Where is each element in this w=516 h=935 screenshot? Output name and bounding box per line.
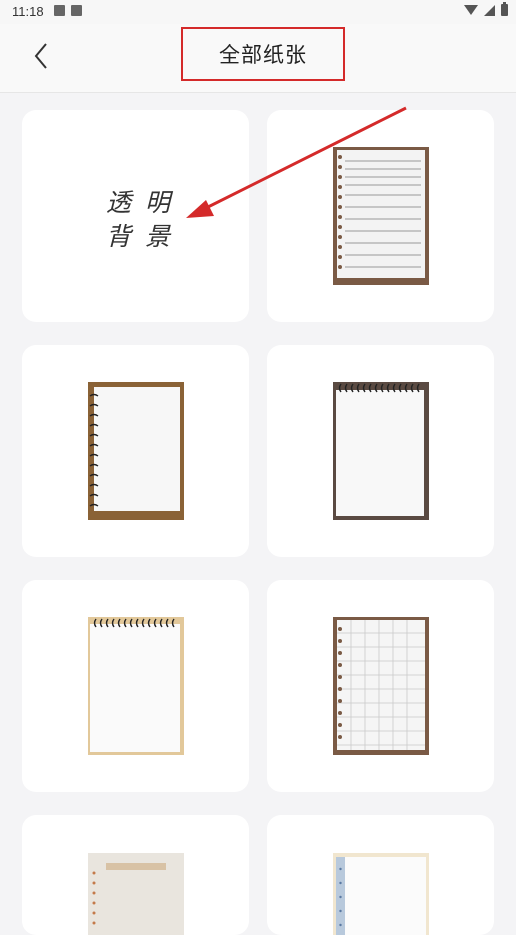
title-highlight-box: 全部纸张 xyxy=(181,27,345,81)
paper-card-spiral-dark[interactable] xyxy=(267,345,494,557)
system-indicators xyxy=(464,2,508,16)
app-header: 全部纸张 xyxy=(0,24,516,93)
wifi-icon xyxy=(464,5,478,15)
beige-memo-thumbnail xyxy=(88,853,184,935)
grid-notebook-thumbnail xyxy=(332,617,429,755)
paper-card-spiral-cream[interactable] xyxy=(22,580,249,792)
paper-card-lined-notebook[interactable] xyxy=(267,110,494,322)
signal-icon xyxy=(484,4,495,16)
spiral-cream-notebook-thumbnail xyxy=(87,617,184,755)
spiral-wood-notebook-thumbnail xyxy=(87,382,184,520)
paper-card-beige-memo[interactable] xyxy=(22,815,249,935)
battery-icon xyxy=(501,2,508,16)
chevron-left-icon xyxy=(34,43,47,69)
transparent-background-label: 透明 背景 xyxy=(106,186,184,254)
lined-notebook-thumbnail xyxy=(332,147,429,285)
status-bar: 11:18 xyxy=(0,0,516,24)
transparent-label-line2: 背景 xyxy=(106,222,185,251)
paper-card-spiral-wood[interactable] xyxy=(22,345,249,557)
back-button[interactable] xyxy=(24,38,60,74)
transparent-label-line1: 透明 xyxy=(106,188,185,217)
paper-card-transparent[interactable]: 透明 背景 xyxy=(22,110,249,322)
notification-icons xyxy=(54,5,82,16)
spiral-dark-notebook-thumbnail xyxy=(332,382,429,520)
paper-card-blue-margin[interactable] xyxy=(267,815,494,935)
app-notification-icon xyxy=(71,5,82,16)
paper-card-grid-notebook[interactable] xyxy=(267,580,494,792)
image-notification-icon xyxy=(54,5,65,16)
page-title: 全部纸张 xyxy=(219,43,307,67)
blue-margin-thumbnail xyxy=(333,853,429,935)
status-time: 11:18 xyxy=(12,4,44,19)
